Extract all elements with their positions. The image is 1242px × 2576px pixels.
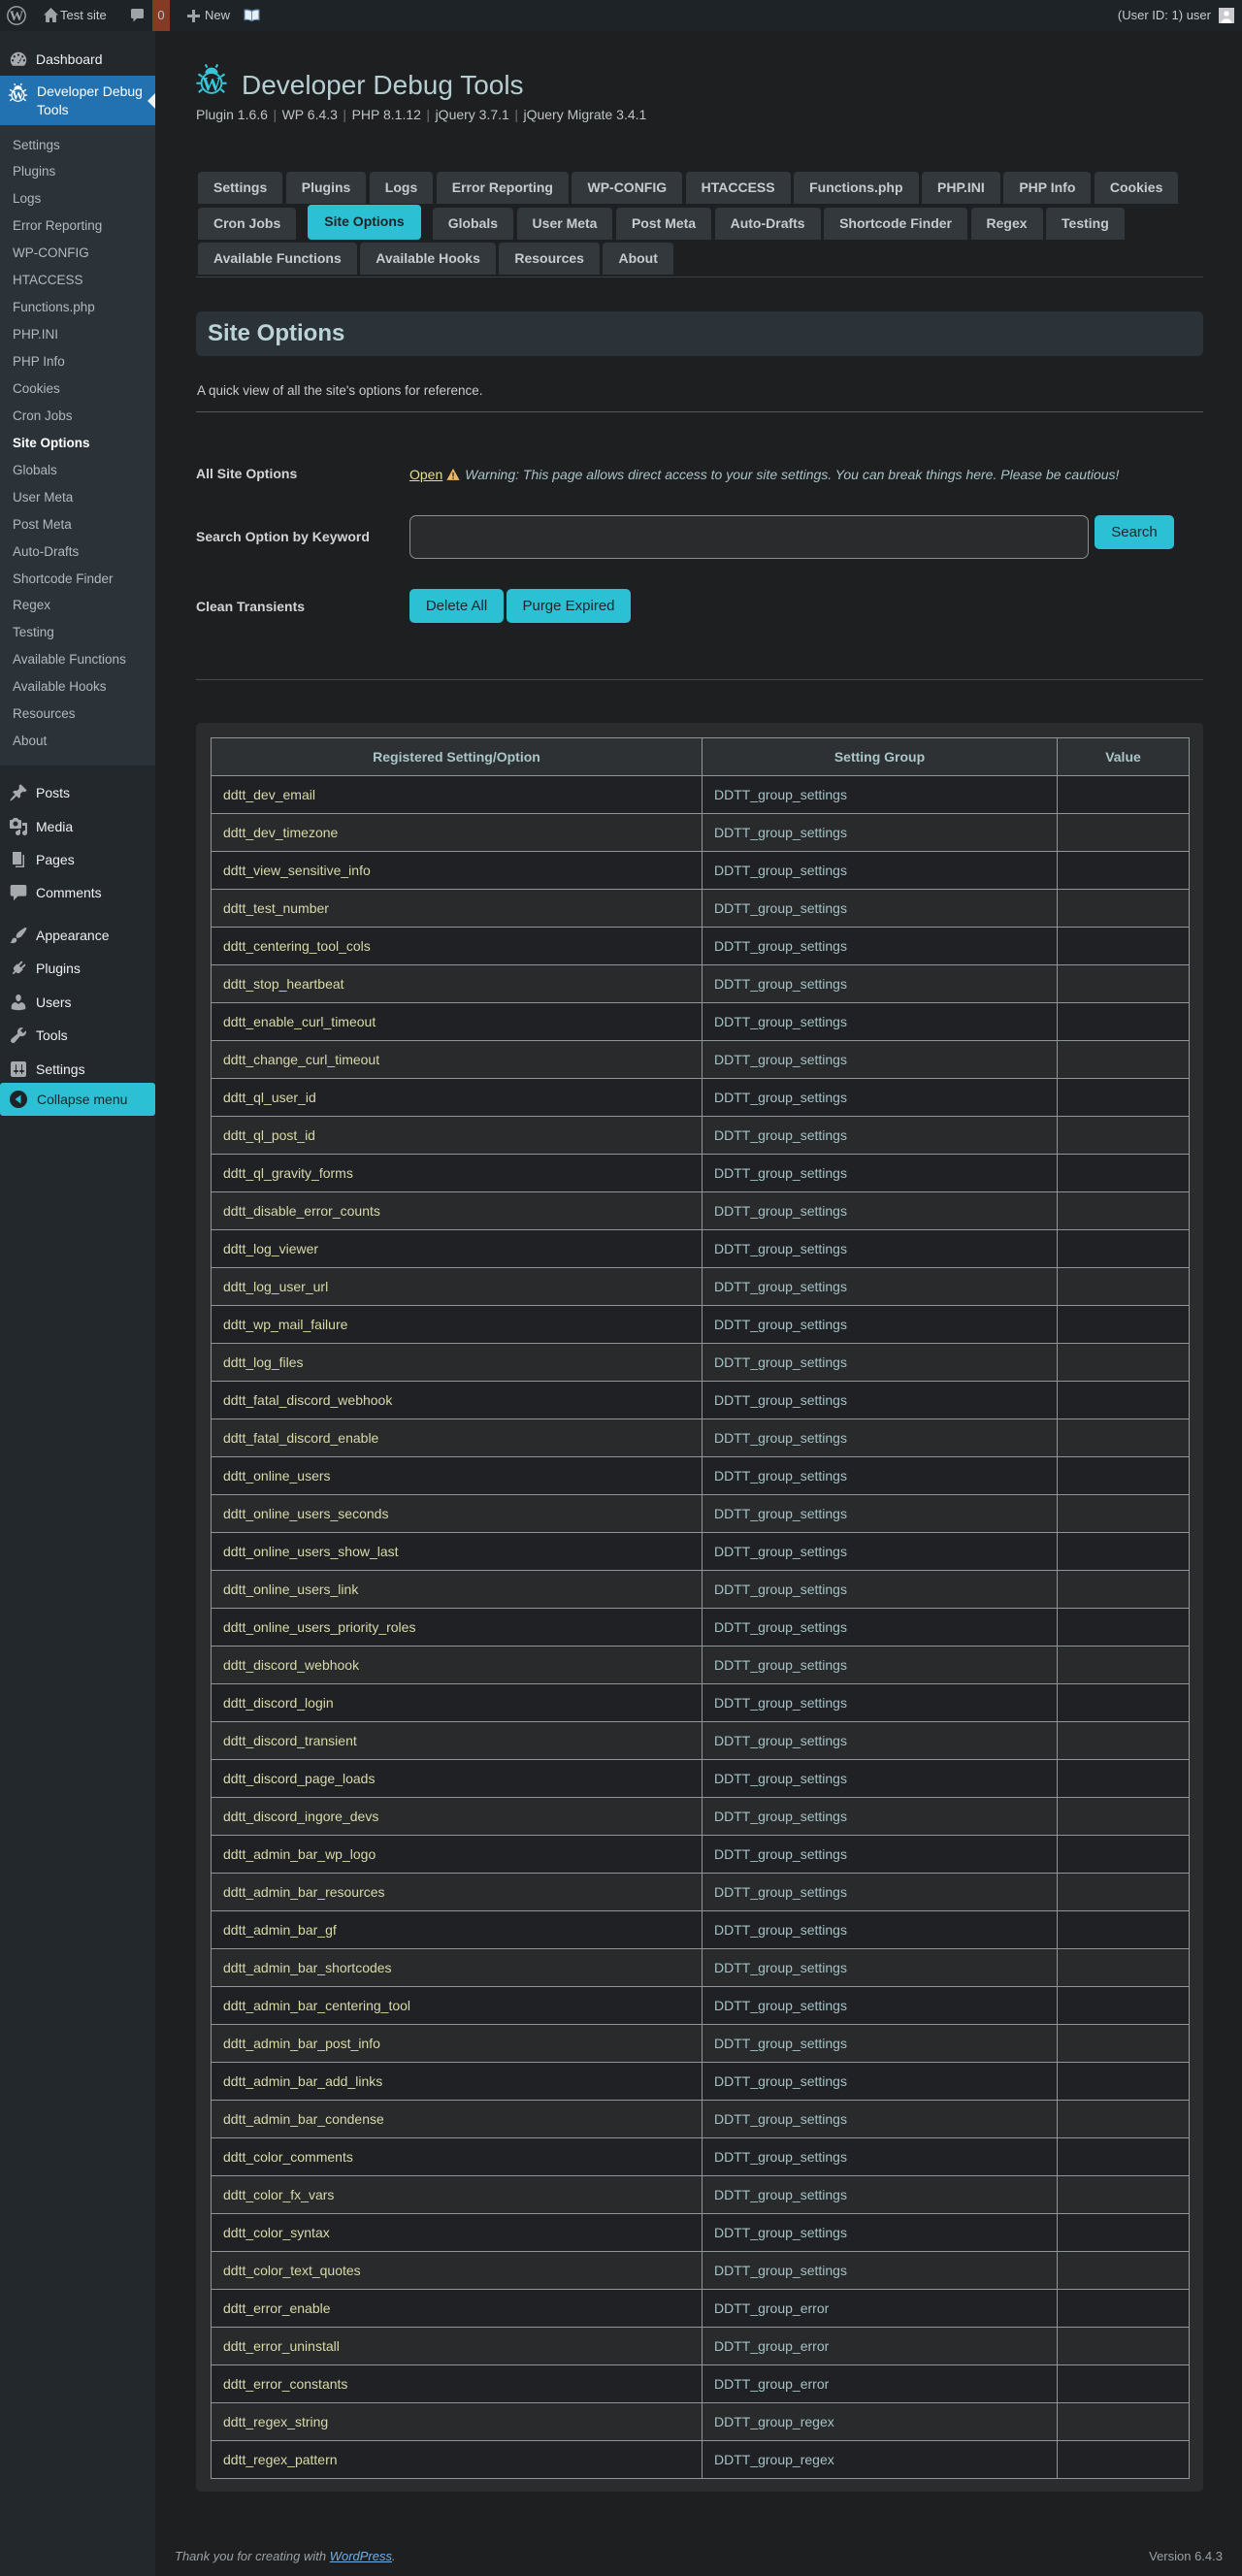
svg-text:W: W	[10, 9, 24, 24]
svg-text:W: W	[12, 89, 24, 102]
svg-text:W: W	[202, 74, 221, 94]
